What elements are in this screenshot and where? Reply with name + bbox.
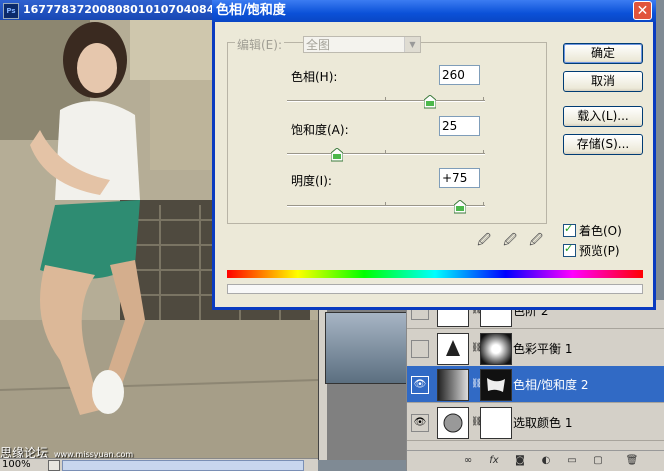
link-icon[interactable]: ∞ [461,454,475,467]
save-button[interactable]: 存储(S)... [563,134,643,155]
document-statusbar: 100% [0,458,318,471]
selective-color-thumbnail [437,407,469,439]
saturation-slider-thumb[interactable] [330,148,343,162]
zoom-level[interactable]: 100% [2,459,31,471]
eyedropper-minus-icon[interactable]: 🖉 [527,232,545,250]
checkbox-checked-icon[interactable] [563,242,576,257]
saturation-slider-track[interactable] [287,148,485,162]
hue-saturation-thumbnail [437,369,469,401]
document-titlebar[interactable]: Ps 1677783720080801010704084 [0,0,230,20]
ok-button[interactable]: 确定 [563,43,643,64]
layer-row[interactable]: 👁 ⛓ 选取颜色 1 [407,404,664,441]
layer-name: 选取颜色 1 [513,416,573,430]
edit-dropdown-value: 全图 [306,38,331,52]
settings-group [227,42,547,224]
lightness-slider-thumb[interactable] [454,200,467,214]
group-icon[interactable]: ▭ [565,454,579,467]
layer-row-active[interactable]: 👁 ⛓ 色相/饱和度 2 [407,366,664,403]
lightness-label: 明度(I): [291,174,332,188]
slider-tick [483,97,484,100]
eyedropper-icon[interactable]: 🖉 [475,232,493,250]
fx-icon[interactable]: fx [487,454,501,467]
dialog-titlebar[interactable]: 色相/饱和度 ✕ [212,0,656,22]
layer-row[interactable]: ⛓ 色彩平衡 1 [407,330,664,367]
color-balance-thumbnail [437,333,469,365]
layers-panel-footer: ∞ fx ◙ ◐ ▭ ▢ 🗑 [407,450,664,471]
chain-link-icon: ⛓ [471,343,483,353]
layer-name: 色相/饱和度 2 [513,378,589,392]
colorize-checkbox[interactable]: 着色(O) [563,222,622,239]
edit-dropdown[interactable]: 全图 ▼ [303,36,421,53]
close-button[interactable]: ✕ [633,1,652,20]
edit-label: 编辑(E): [235,36,284,53]
load-button[interactable]: 载入(L)... [563,106,643,127]
slider-tick [483,150,484,153]
second-document-window[interactable] [318,300,409,460]
mask-thumbnail [480,333,512,365]
horizontal-scrollbar[interactable] [62,460,304,471]
trash-icon[interactable]: 🗑 [625,454,639,467]
chevron-down-icon: ▼ [404,37,420,52]
new-layer-icon[interactable]: ▢ [591,454,605,467]
adjustment-icon[interactable]: ◐ [539,454,553,467]
mask-thumbnail [480,369,512,401]
saturation-label: 饱和度(A): [291,123,349,137]
second-document-canvas [325,312,407,384]
checkbox-checked-icon[interactable] [563,222,576,237]
photoshop-icon: Ps [3,3,19,19]
input-hue-spectrum [227,270,643,278]
eyedropper-plus-icon[interactable]: 🖉 [501,232,519,250]
hue-saturation-dialog: 色相/饱和度 ✕ 编辑(E): 全图 ▼ 色相(H): 260 饱和度(A): … [212,0,656,310]
status-nav-button[interactable] [48,460,60,471]
lightness-input[interactable]: +75 [439,168,480,188]
chain-link-icon: ⛓ [471,417,483,427]
slider-tick [483,202,484,205]
visibility-toggle[interactable] [411,340,429,358]
hue-slider-thumb[interactable] [423,95,436,109]
dialog-title: 色相/饱和度 [216,3,286,18]
document-title: 1677783720080801010704084 [23,3,215,16]
preview-label: 预览(P) [579,244,620,258]
layers-panel: ⛓ 色阶 2 ⛓ 色彩平衡 1 👁 ⛓ 色相/饱和度 2 👁 ⛓ 选取颜色 1 … [406,295,664,471]
hue-label: 色相(H): [291,70,338,84]
slider-tick [385,150,386,153]
chain-link-icon: ⛓ [471,379,483,389]
mask-icon[interactable]: ◙ [513,454,527,467]
eye-icon[interactable]: 👁 [411,376,429,394]
layer-name: 色彩平衡 1 [513,342,573,356]
hue-slider-track[interactable] [287,95,485,109]
eye-icon[interactable]: 👁 [411,414,429,432]
slider-tick [385,202,386,205]
slider-tick [385,97,386,100]
hue-input[interactable]: 260 [439,65,480,85]
cancel-button[interactable]: 取消 [563,71,643,92]
saturation-input[interactable]: 25 [439,116,480,136]
lightness-slider-track[interactable] [287,200,485,214]
colorize-label: 着色(O) [579,224,622,238]
output-hue-spectrum [227,284,643,294]
preview-checkbox[interactable]: 预览(P) [563,242,620,259]
mask-thumbnail [480,407,512,439]
